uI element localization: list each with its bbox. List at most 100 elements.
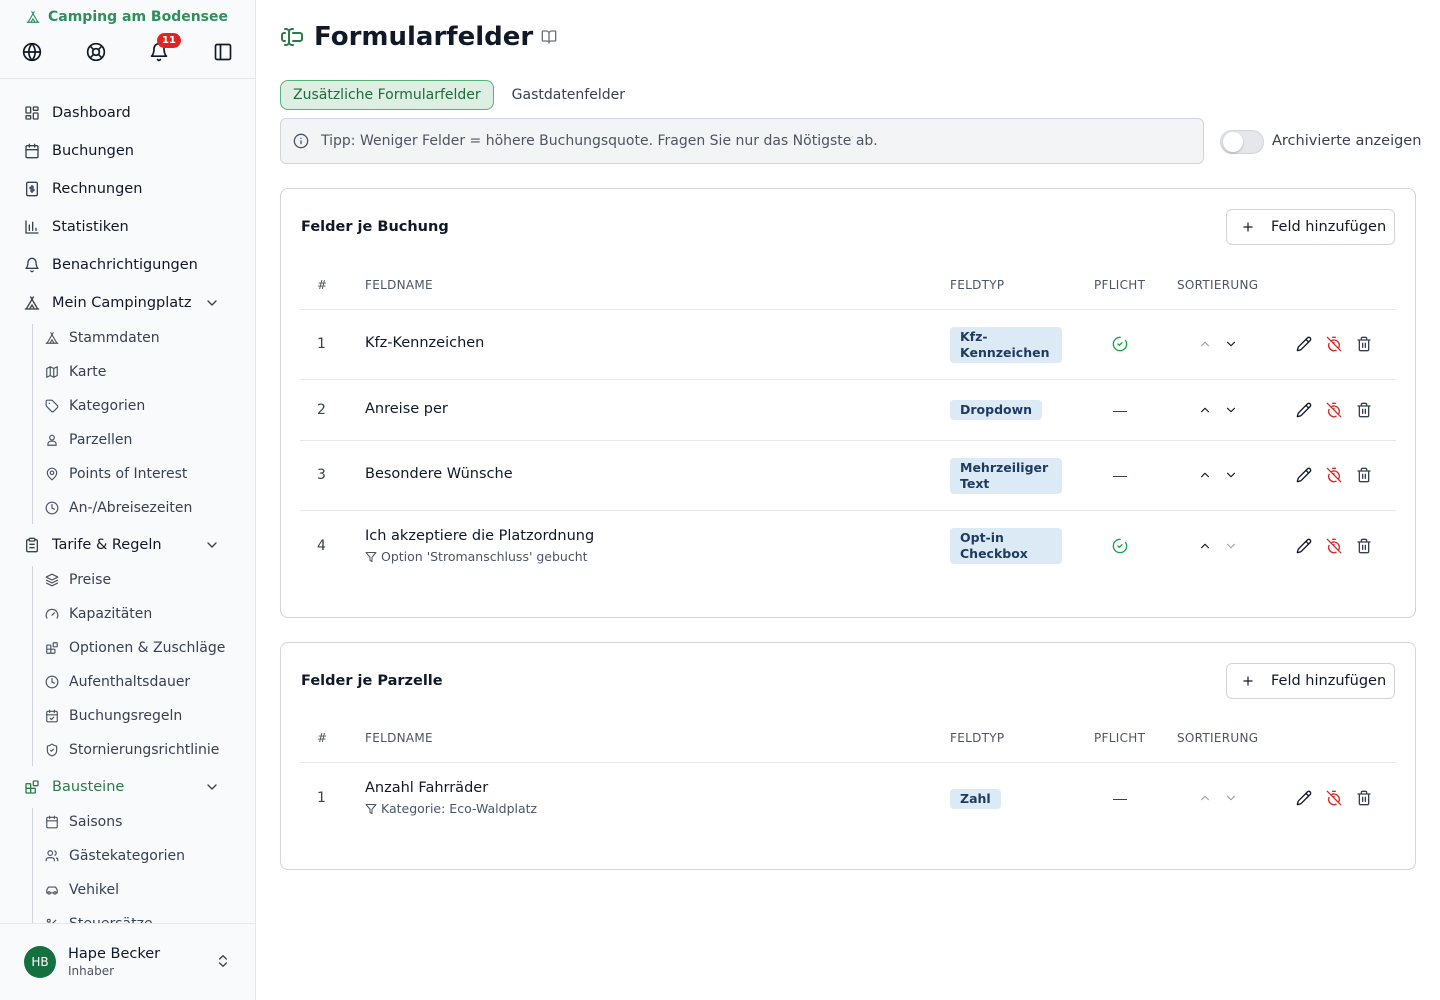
globe-icon[interactable] xyxy=(20,40,44,64)
sidebar-item-label: Tarife & Regeln xyxy=(52,537,162,553)
sidebar-item-tarife-regeln[interactable]: Tarife & Regeln xyxy=(24,533,232,557)
sidebar-subitem-karte[interactable]: Karte xyxy=(45,361,106,383)
tab-zusaetzliche-formularfelder[interactable]: Zusätzliche Formularfelder xyxy=(280,80,494,110)
sidebar-subitem-preise[interactable]: Preise xyxy=(45,569,111,591)
tag-icon xyxy=(45,399,59,413)
row-number: 4 xyxy=(317,538,326,554)
sidebar-toggle-icon[interactable] xyxy=(211,40,235,64)
chevron-up-icon[interactable] xyxy=(1198,468,1212,482)
sidebar-item-dashboard[interactable]: Dashboard xyxy=(24,101,131,125)
sidebar-subitem-parzellen[interactable]: Parzellen xyxy=(45,429,132,451)
sidebar-subitem-kategorien[interactable]: Kategorien xyxy=(45,395,145,417)
column-header-num: # xyxy=(317,278,328,292)
chevron-up-icon[interactable] xyxy=(1198,539,1212,553)
card-felder-je-parzelle: Felder je Parzelle Feld hinzufügen # FEL… xyxy=(280,642,1416,870)
chevron-down-icon[interactable] xyxy=(1224,468,1238,482)
sidebar-subitem-an-abreisezeiten[interactable]: An-/Abreisezeiten xyxy=(45,497,192,519)
layers-icon xyxy=(45,573,59,587)
row-number: 1 xyxy=(317,790,326,806)
sidebar-subitem-saisons[interactable]: Saisons xyxy=(45,811,122,833)
trash-icon[interactable] xyxy=(1356,467,1372,483)
sidebar-subitem-label: Kapazitäten xyxy=(69,606,153,622)
tent-icon xyxy=(45,331,59,345)
pencil-icon[interactable] xyxy=(1296,790,1312,806)
trash-icon[interactable] xyxy=(1356,790,1372,806)
add-field-button[interactable]: Feld hinzufügen xyxy=(1226,663,1395,699)
sidebar-item-label: Statistiken xyxy=(52,219,129,235)
sidebar-item-label: Dashboard xyxy=(52,105,131,121)
shield-icon xyxy=(45,743,59,757)
sidebar-item-label: Bausteine xyxy=(52,779,125,795)
sidebar-subitem-buchungsregeln[interactable]: Buchungsregeln xyxy=(45,705,182,727)
timer-off-icon[interactable] xyxy=(1326,336,1342,352)
field-type-badge: Mehrzeiliger Text xyxy=(950,458,1062,494)
sidebar-subitem-gaestekategorien[interactable]: Gästekategorien xyxy=(45,845,185,867)
archive-toggle[interactable] xyxy=(1220,130,1264,154)
chevron-down-icon xyxy=(204,537,220,553)
sidebar: Camping am Bodensee 11 Dashboard Buchung… xyxy=(0,0,256,1000)
sidebar-item-benachrichtigungen[interactable]: Benachrichtigungen xyxy=(24,253,198,277)
divider xyxy=(0,78,256,79)
field-type-line: Checkbox xyxy=(960,546,1028,561)
pencil-icon[interactable] xyxy=(1296,336,1312,352)
user-menu[interactable]: HB Hape Becker Inhaber xyxy=(24,946,160,978)
sidebar-item-mein-campingplatz[interactable]: Mein Campingplatz xyxy=(24,291,232,315)
trash-icon[interactable] xyxy=(1356,538,1372,554)
map-icon xyxy=(45,365,59,379)
sidebar-subitem-label: Gästekategorien xyxy=(69,848,185,864)
sidebar-subitem-stammdaten[interactable]: Stammdaten xyxy=(45,327,160,349)
sidebar-item-statistiken[interactable]: Statistiken xyxy=(24,215,129,239)
calendar-icon xyxy=(24,143,40,159)
divider xyxy=(300,379,1396,380)
pencil-icon[interactable] xyxy=(1296,467,1312,483)
trash-icon[interactable] xyxy=(1356,402,1372,418)
bar-chart-icon xyxy=(24,219,40,235)
sidebar-subitem-aufenthaltsdauer[interactable]: Aufenthaltsdauer xyxy=(45,671,190,693)
user-role: Inhaber xyxy=(68,964,115,978)
sidebar-subitem-stornierung[interactable]: Stornierungsrichtlinie xyxy=(45,739,219,761)
column-header-type: FELDTYP xyxy=(950,278,1005,292)
submenu-line xyxy=(32,324,33,524)
add-field-button[interactable]: Feld hinzufügen xyxy=(1226,209,1395,245)
brand[interactable]: Camping am Bodensee xyxy=(26,9,228,25)
sidebar-item-buchungen[interactable]: Buchungen xyxy=(24,139,134,163)
sidebar-subitem-optionen[interactable]: Optionen & Zuschläge xyxy=(45,637,225,659)
divider xyxy=(300,510,1396,511)
chevron-down-icon[interactable] xyxy=(1224,403,1238,417)
column-header-num: # xyxy=(317,731,328,745)
sidebar-item-rechnungen[interactable]: Rechnungen xyxy=(24,177,142,201)
sidebar-subitem-label: Stornierungsrichtlinie xyxy=(69,742,220,758)
page-title: Formularfelder xyxy=(314,22,534,52)
timer-off-icon[interactable] xyxy=(1326,467,1342,483)
check-circle-icon xyxy=(1112,336,1128,352)
chevrons-up-down-icon[interactable] xyxy=(215,952,231,970)
sidebar-subitem-label: An-/Abreisezeiten xyxy=(69,500,193,516)
book-icon[interactable] xyxy=(541,29,557,45)
add-field-label: Feld hinzufügen xyxy=(1271,673,1387,689)
trash-icon[interactable] xyxy=(1356,336,1372,352)
chevron-down-icon xyxy=(204,295,220,311)
column-header-name: FELDNAME xyxy=(365,731,433,745)
field-type-line: Opt-in xyxy=(960,530,1004,545)
sidebar-item-bausteine[interactable]: Bausteine xyxy=(24,775,232,799)
sidebar-subitem-points-of-interest[interactable]: Points of Interest xyxy=(45,463,187,485)
chevron-down-icon[interactable] xyxy=(1224,337,1238,351)
sidebar-subitem-vehikel[interactable]: Vehikel xyxy=(45,879,119,901)
tab-gastdatenfelder[interactable]: Gastdatenfelder xyxy=(500,80,637,110)
timer-off-icon[interactable] xyxy=(1326,790,1342,806)
chevron-up-icon[interactable] xyxy=(1198,403,1212,417)
page-header: Formularfelder xyxy=(280,22,557,52)
sidebar-subitem-kapazitaeten[interactable]: Kapazitäten xyxy=(45,603,152,625)
pencil-icon[interactable] xyxy=(1296,538,1312,554)
timer-off-icon[interactable] xyxy=(1326,538,1342,554)
bell-icon xyxy=(24,257,40,273)
field-condition: Kategorie: Eco-Waldplatz xyxy=(365,801,537,816)
timer-off-icon[interactable] xyxy=(1326,402,1342,418)
column-header-required: PFLICHT xyxy=(1094,278,1146,292)
column-header-sort: SORTIERUNG xyxy=(1177,731,1259,745)
sidebar-nav: Dashboard Buchungen Rechnungen Statistik… xyxy=(0,94,255,924)
pencil-icon[interactable] xyxy=(1296,402,1312,418)
chevron-down-icon xyxy=(1224,539,1238,553)
lifebuoy-icon[interactable] xyxy=(84,40,108,64)
sidebar-item-label: Buchungen xyxy=(52,143,134,159)
